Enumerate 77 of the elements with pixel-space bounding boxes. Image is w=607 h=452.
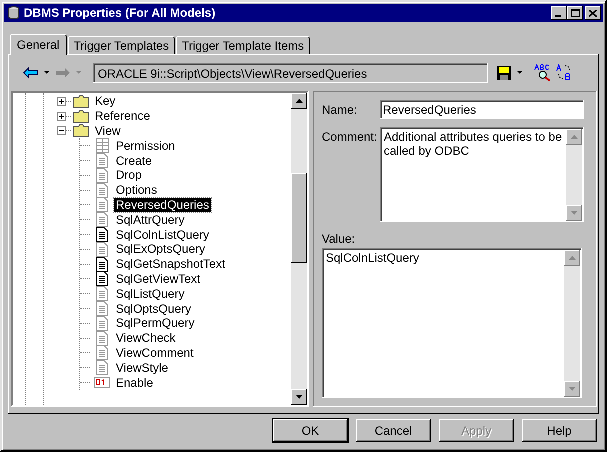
- expand-toggle[interactable]: [57, 96, 66, 106]
- down-arrow-icon: [568, 387, 576, 391]
- document-icon: [96, 286, 108, 302]
- document-icon: [96, 212, 108, 228]
- window-title: DBMS Properties (For All Models): [24, 6, 217, 20]
- tree-item[interactable]: Enable: [114, 376, 156, 390]
- tree-item[interactable]: SqlGetViewText: [114, 272, 202, 286]
- collapse-toggle[interactable]: [57, 126, 66, 136]
- down-arrow-icon: [570, 211, 578, 215]
- tree-item[interactable]: SqlListQuery: [114, 286, 187, 301]
- tree-item[interactable]: Create: [114, 154, 154, 168]
- expand-toggle[interactable]: [57, 112, 66, 121]
- document-icon: [96, 153, 108, 168]
- up-arrow-icon: [570, 135, 578, 139]
- table-icon: [96, 138, 108, 154]
- caret-icon: [517, 71, 523, 75]
- tree-item[interactable]: SqlOptsQuery: [114, 302, 194, 316]
- tab[interactable]: Trigger Templates: [68, 36, 176, 54]
- dialog-button[interactable]: Cancel: [356, 419, 431, 442]
- field-label: Name:: [322, 102, 358, 119]
- up-arrow-icon: [568, 256, 576, 260]
- path-field[interactable]: ORACLE 9i::Script\Objects\View\ReversedQueries: [93, 63, 488, 83]
- dialog-button[interactable]: OK: [273, 419, 348, 442]
- tree-item[interactable]: ViewCheck: [114, 331, 178, 346]
- document-icon: [96, 301, 108, 316]
- tree-item[interactable]: SqlColnListQuery: [114, 228, 212, 242]
- tree-item[interactable]: Key: [93, 94, 118, 108]
- document-icon: [96, 168, 108, 183]
- document-icon: [96, 256, 108, 272]
- maximize-button[interactable]: [567, 6, 583, 20]
- caret-icon: [44, 71, 50, 75]
- binary-icon: [94, 377, 110, 388]
- document-icon: [96, 227, 108, 242]
- close-button[interactable]: [585, 6, 601, 20]
- folder-icon: [73, 124, 89, 138]
- tree-item[interactable]: SqlPermQuery: [114, 316, 197, 330]
- tree-item[interactable]: View: [93, 124, 123, 138]
- tree-item[interactable]: Reference: [93, 109, 152, 124]
- tree-item[interactable]: ViewStyle: [114, 360, 170, 375]
- tab[interactable]: General: [10, 34, 67, 55]
- scroll-down-button[interactable]: [291, 389, 307, 405]
- field-label: Value:: [322, 232, 356, 246]
- tree-item[interactable]: Options: [114, 183, 160, 198]
- left-arrow-icon: [23, 67, 39, 79]
- right-arrow-icon: [55, 67, 71, 79]
- tree-item[interactable]: Permission: [114, 138, 178, 153]
- document-icon: [96, 197, 108, 212]
- document-icon: [96, 360, 108, 376]
- tree-item[interactable]: Drop: [114, 168, 144, 182]
- document-icon: [96, 316, 108, 331]
- tree-item[interactable]: ReversedQueries: [114, 198, 212, 212]
- field-label: Comment:: [322, 129, 378, 146]
- scroll-up-button[interactable]: [291, 93, 307, 109]
- document-icon: [96, 242, 108, 257]
- scroll-thumb[interactable]: [291, 173, 307, 263]
- document-icon: [96, 330, 108, 346]
- tree-item[interactable]: SqlAttrQuery: [114, 212, 187, 227]
- document-icon: [96, 271, 108, 286]
- close-icon: [589, 10, 597, 16]
- folder-icon: [73, 110, 89, 123]
- database-icon: [8, 6, 20, 20]
- tree-item[interactable]: SqlGetSnapshotText: [114, 257, 228, 272]
- tree-item[interactable]: SqlExOptsQuery: [114, 242, 208, 256]
- maximize-icon: [570, 9, 580, 17]
- spell-check-icon: [534, 64, 552, 82]
- folder-icon: [73, 94, 89, 108]
- name-field[interactable]: ReversedQueries: [380, 100, 584, 119]
- minimize-button[interactable]: [551, 6, 567, 20]
- dialog-button[interactable]: Help: [522, 419, 597, 442]
- down-arrow-icon: [296, 395, 302, 399]
- scrollbar[interactable]: [291, 93, 307, 405]
- document-icon: [96, 345, 108, 360]
- tree-item[interactable]: ViewComment: [114, 346, 196, 360]
- tab[interactable]: Trigger Template Items: [176, 36, 310, 54]
- caret-icon: [76, 71, 82, 75]
- up-arrow-icon: [296, 99, 302, 103]
- document-icon: [96, 182, 108, 198]
